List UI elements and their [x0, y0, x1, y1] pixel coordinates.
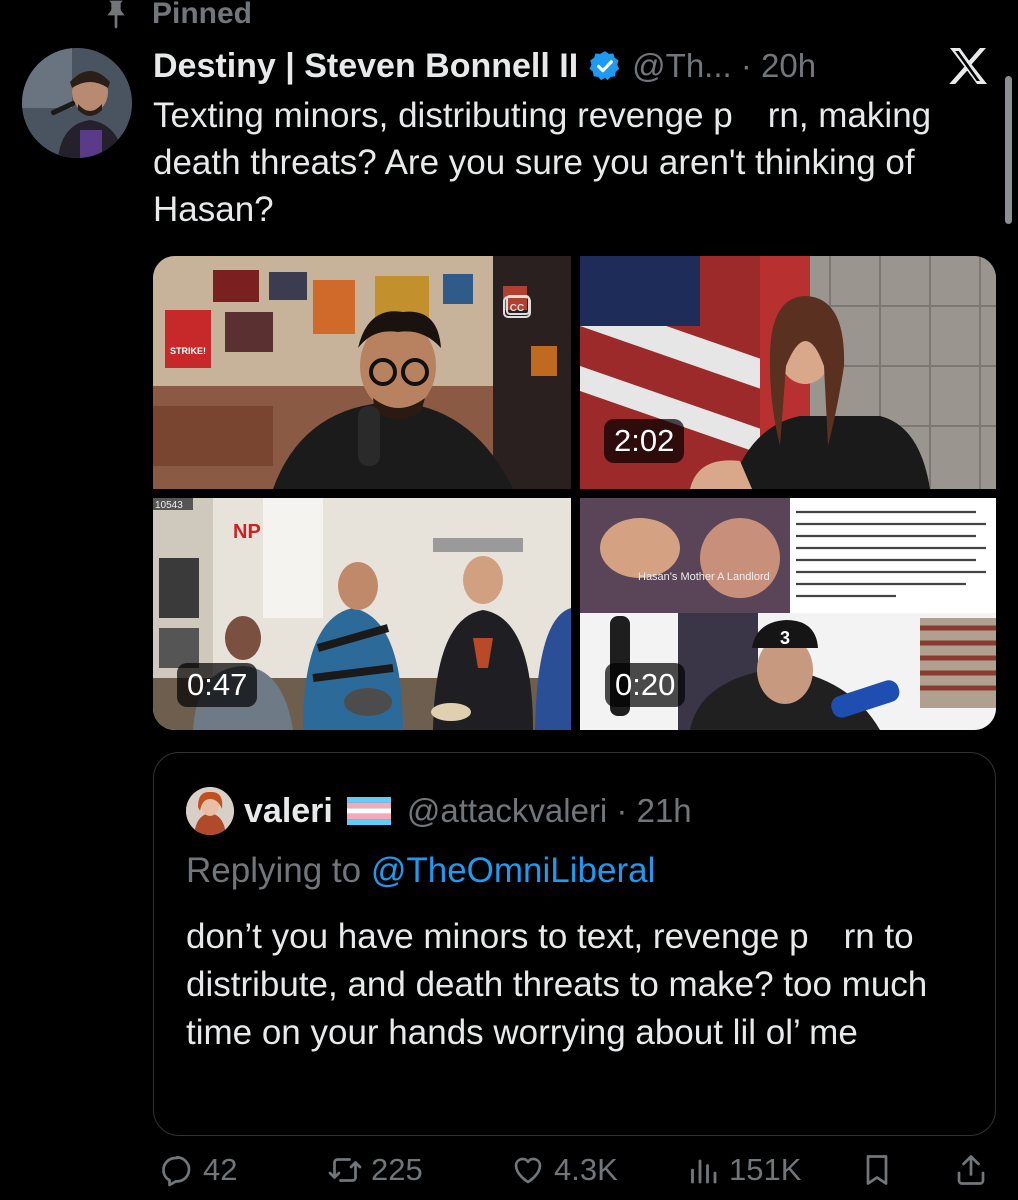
- author-avatar[interactable]: [22, 48, 132, 158]
- bookmark-icon: [866, 1155, 888, 1185]
- svg-text:CC: CC: [510, 303, 524, 314]
- retweet-icon: [328, 1158, 362, 1182]
- like-button[interactable]: 4.3K: [510, 1152, 618, 1188]
- quoted-author-name[interactable]: valeri: [244, 792, 333, 831]
- like-icon: [514, 1157, 542, 1184]
- author-handle-time[interactable]: @Th... · 20h: [632, 47, 816, 85]
- quoted-tweet-text: don’t you have minors to text, revenge p…: [186, 917, 928, 1052]
- tile-3-counter: 10543: [155, 500, 183, 511]
- video-thumbnail-1[interactable]: STRIKE!: [153, 256, 571, 489]
- retweet-count: 225: [371, 1152, 423, 1187]
- verified-badge-icon: [589, 51, 620, 81]
- pin-icon: [107, 0, 125, 29]
- reply-icon: [162, 1156, 191, 1187]
- quoted-tweet-header: valeri @attackvaleri · 21h: [186, 785, 692, 837]
- tile-4-overlay-text: Hasan's Mother A Landlord: [638, 571, 770, 583]
- reply-count: 42: [203, 1152, 238, 1187]
- scrollbar[interactable]: [1005, 76, 1012, 224]
- tile-4-cap-number: 3: [780, 628, 790, 648]
- trans-flag-icon: [346, 797, 391, 825]
- quoted-author-avatar[interactable]: [186, 787, 234, 835]
- quoted-tweet[interactable]: valeri @attackvaleri · 21h Replying to @…: [153, 752, 996, 1136]
- video-duration-3: 0:47: [177, 663, 258, 707]
- video-duration-2: 2:02: [604, 419, 685, 463]
- views-button[interactable]: 151K: [685, 1152, 801, 1188]
- views-icon: [691, 1159, 717, 1184]
- share-button[interactable]: [953, 1152, 997, 1188]
- tweet-header: Destiny | Steven Bonnell II @Th... · 20h: [153, 40, 992, 92]
- like-count: 4.3K: [554, 1152, 618, 1187]
- tweet-text: Texting minors, distributing revenge p r…: [153, 96, 932, 229]
- author-name[interactable]: Destiny | Steven Bonnell II: [153, 47, 578, 86]
- video-duration-4: 0:20: [605, 663, 686, 707]
- replying-to: Replying to @TheOmniLiberal: [186, 851, 655, 891]
- share-icon: [957, 1155, 985, 1185]
- quoted-author-handle-time[interactable]: @attackvaleri · 21h: [407, 792, 692, 830]
- retweet-button[interactable]: 225: [327, 1152, 423, 1188]
- svg-text:NP: NP: [233, 521, 261, 543]
- action-bar: 42 225 4.3K 151K: [153, 1152, 996, 1200]
- reply-button[interactable]: 42: [159, 1152, 237, 1188]
- pinned-label: Pinned: [152, 0, 253, 30]
- x-logo-icon[interactable]: [944, 42, 992, 90]
- bookmark-button[interactable]: [859, 1152, 903, 1188]
- media-grid: STRIKE! 10543 NP Hasan's Mother A Landlo…: [153, 256, 996, 730]
- closed-captions-icon[interactable]: CC: [503, 296, 531, 318]
- pinned-indicator: Pinned: [100, 0, 252, 34]
- replying-prefix: Replying to: [186, 851, 371, 890]
- replying-mention-link[interactable]: @TheOmniLiberal: [371, 851, 656, 890]
- view-count: 151K: [729, 1152, 802, 1187]
- strike-sign-label: STRIKE!: [170, 346, 206, 356]
